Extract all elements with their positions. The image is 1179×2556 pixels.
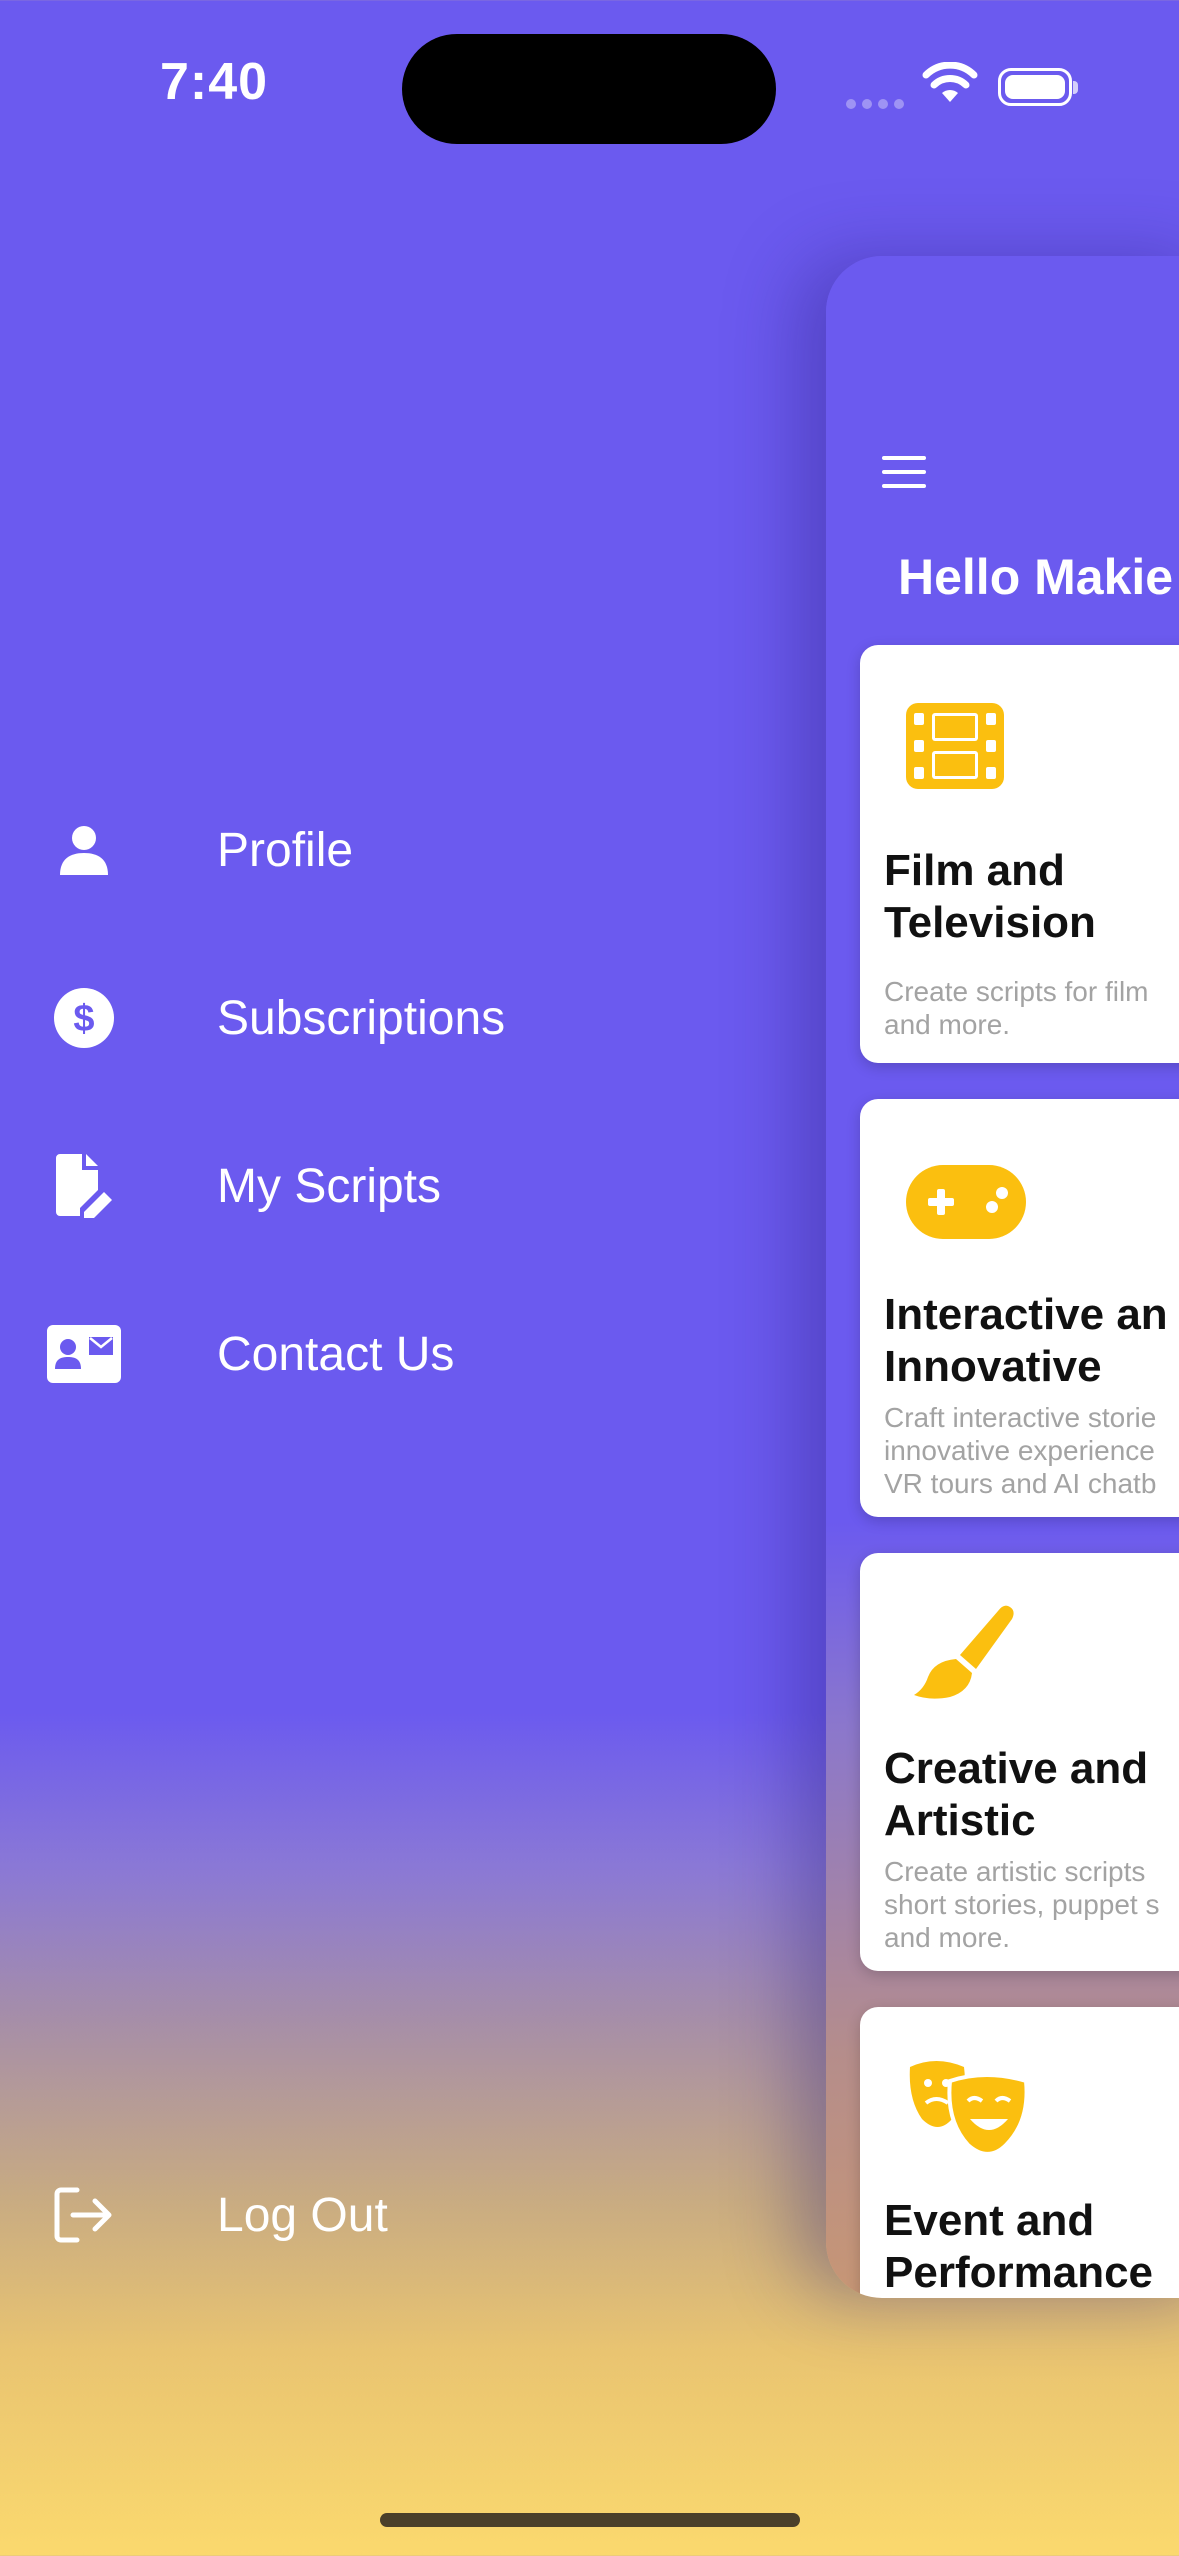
drawer-item-label: Profile [217,823,354,877]
status-bar: 7:40 [0,0,1179,180]
category-card-interactive[interactable]: Interactive an Innovative Craft interact… [860,1099,1179,1517]
hamburger-menu-icon[interactable] [882,456,926,490]
drawer-item-label: Contact Us [217,1327,455,1381]
drawer-item-profile[interactable]: Profile [0,790,700,910]
greeting-title: Hello Makie [898,549,1174,605]
card-description: and more. [884,1009,1011,1040]
card-title: Television [884,898,1096,947]
card-title: Event and [884,2196,1095,2245]
card-title: Performance [884,2248,1154,2297]
card-description: VR tours and AI chatb [884,1468,1157,1499]
film-icon [906,703,1004,794]
card-title: Innovative [884,1342,1102,1391]
drawer-item-contact-us[interactable]: Contact Us [0,1294,700,1414]
paintbrush-icon [910,1603,1020,1708]
wifi-icon [922,61,978,111]
drawer-item-label: My Scripts [217,1159,442,1213]
card-title: Creative and [884,1744,1149,1793]
card-title: Film and [884,846,1065,895]
card-description: Create artistic scripts [884,1856,1146,1887]
card-title: Artistic [884,1796,1036,1845]
home-indicator[interactable] [380,2513,800,2527]
logout-icon [44,2175,124,2255]
document-edit-icon [44,1146,124,1226]
dynamic-island [402,34,776,144]
card-title: Interactive an [884,1290,1168,1339]
card-description: Craft interactive storie [884,1402,1157,1433]
dollar-circle-icon: $ [44,978,124,1058]
card-description: innovative experience [884,1435,1155,1466]
contact-card-icon [44,1314,124,1394]
gamepad-icon [906,1165,1026,1244]
drawer-item-my-scripts[interactable]: My Scripts [0,1126,700,1246]
category-card-event[interactable]: Event and Performance [860,2007,1179,2298]
logout-button[interactable]: Log Out [0,2155,700,2275]
theater-masks-icon [906,2057,1030,2168]
cellular-signal-icon [846,96,910,114]
svg-text:$: $ [73,998,94,1040]
drawer-item-label: Subscriptions [217,991,506,1045]
category-card-film[interactable]: Film and Television Create scripts for f… [860,645,1179,1063]
drawer-item-subscriptions[interactable]: $ Subscriptions [0,958,700,1078]
logout-label: Log Out [217,2188,388,2242]
card-description: and more. [884,1922,1011,1953]
battery-icon [998,68,1078,106]
card-description: short stories, puppet s [884,1889,1160,1920]
main-content-panel[interactable]: Hello Makie Film and Television Create s… [826,256,1179,2298]
category-card-creative[interactable]: Creative and Artistic Create artistic sc… [860,1553,1179,1971]
person-icon [44,810,124,890]
card-description: Create scripts for film [884,976,1149,1007]
status-time: 7:40 [160,53,269,111]
